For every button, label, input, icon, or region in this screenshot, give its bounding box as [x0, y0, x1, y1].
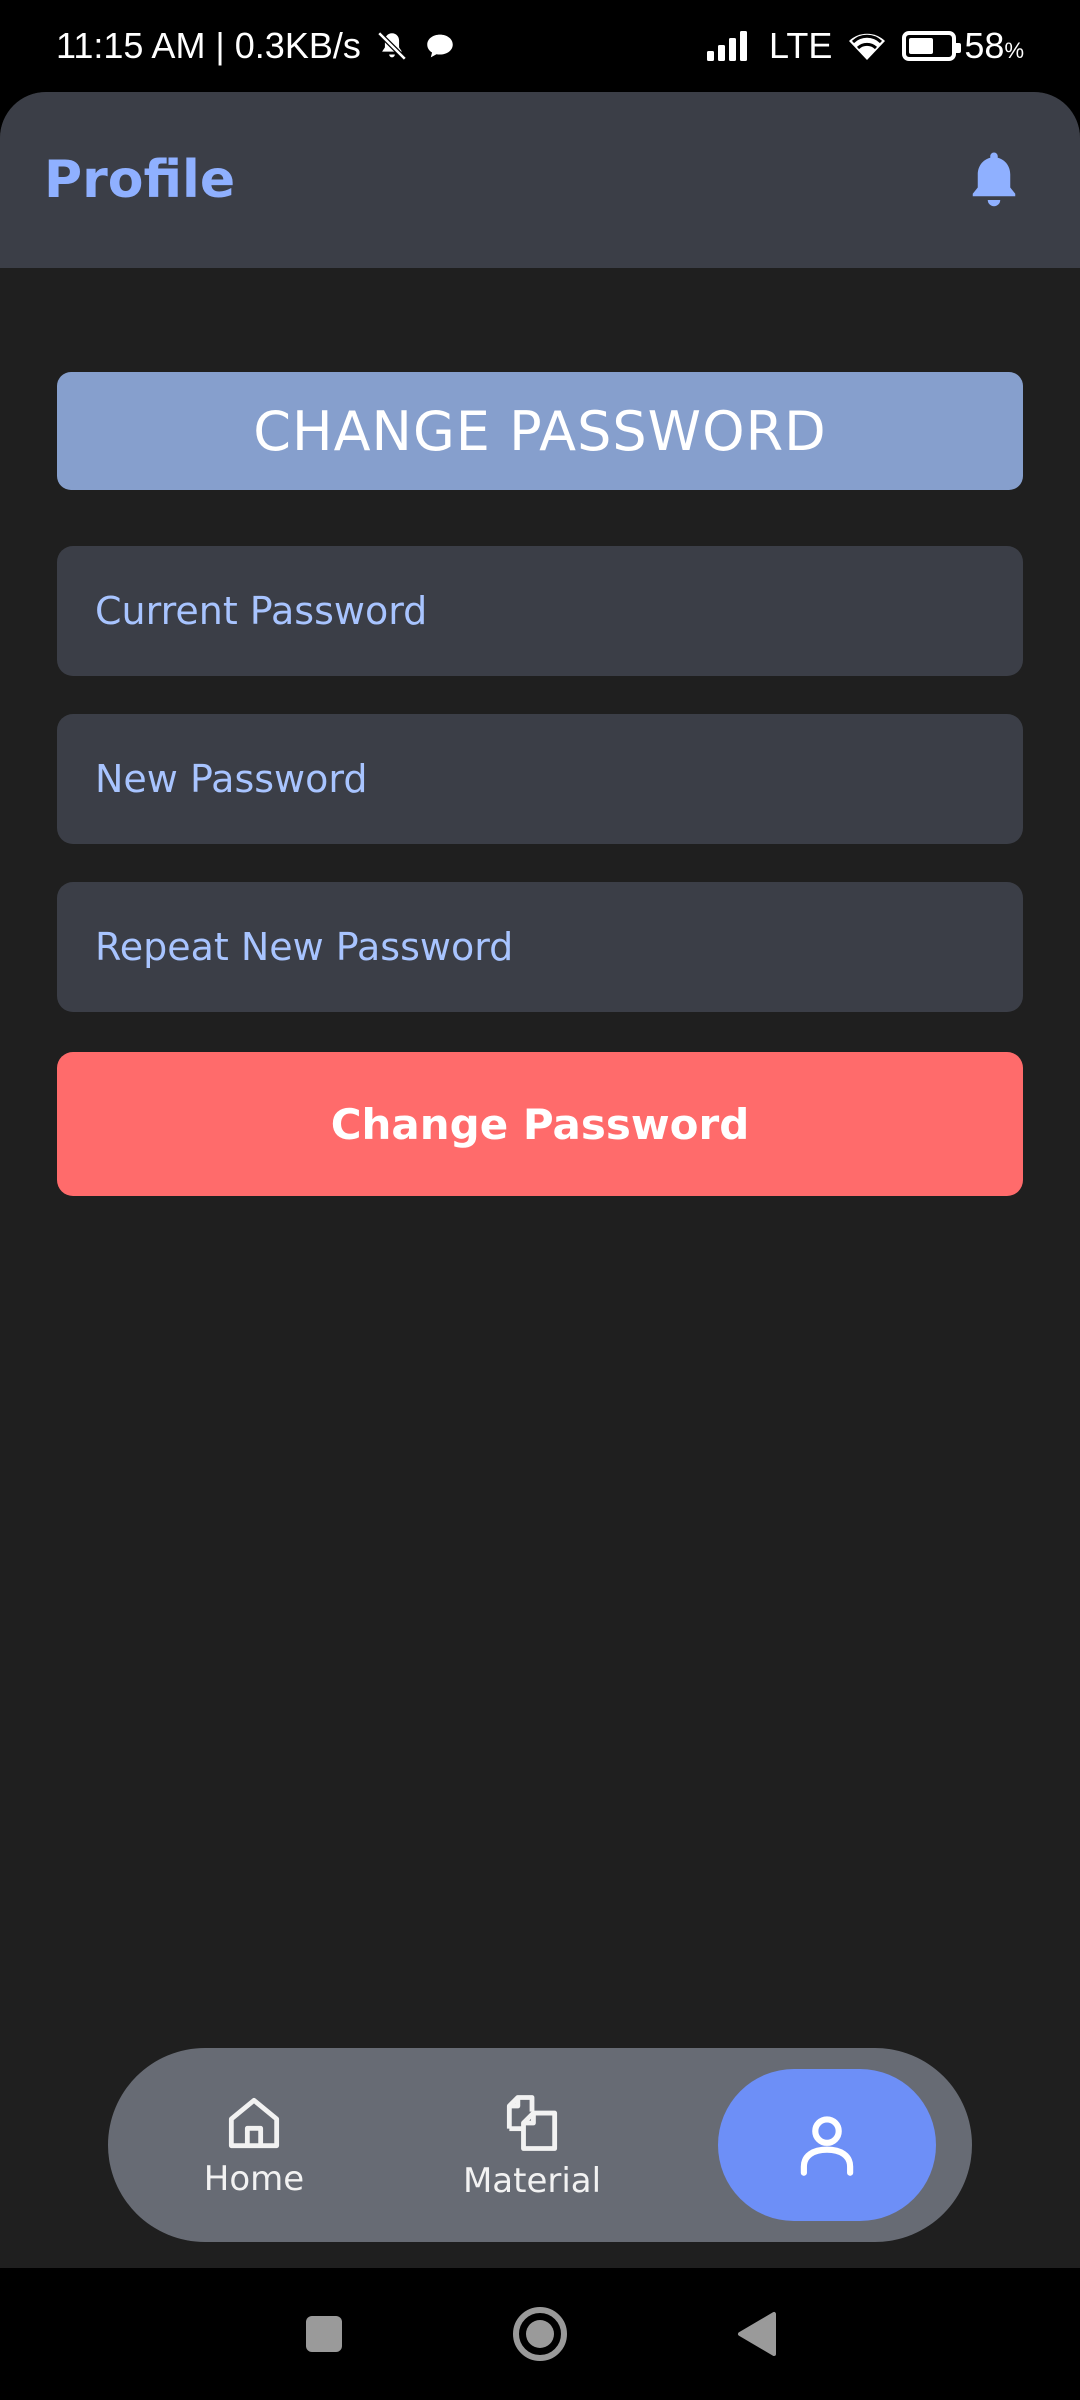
battery-percent: 58% [964, 25, 1024, 67]
page-title: Profile [44, 150, 236, 210]
app-window: Profile CHANGE PASSWORD Change Password [0, 92, 1080, 2268]
nav-home-label: Home [203, 2159, 305, 2199]
recents-button[interactable] [292, 2302, 356, 2366]
battery-tip [956, 43, 962, 53]
bottom-nav: Home Material [108, 2048, 972, 2242]
status-time: 11:15 AM | 0.3KB/s [56, 25, 361, 66]
change-password-button[interactable]: Change Password [57, 1052, 1023, 1196]
recents-square-icon [306, 2316, 342, 2352]
new-password-input[interactable] [95, 757, 985, 801]
signal-icon [705, 29, 755, 63]
back-triangle-icon [738, 2312, 776, 2356]
screen: 11:15 AM | 0.3KB/s LTE 58% Profile CHANG… [0, 0, 1080, 2400]
wifi-icon [846, 29, 888, 63]
back-button[interactable] [724, 2302, 788, 2366]
network-type: LTE [769, 25, 833, 66]
profile-icon [800, 2116, 854, 2176]
battery-body [902, 31, 962, 61]
status-right: LTE 58% [705, 25, 1024, 67]
battery-icon: 58% [902, 25, 1024, 67]
battery-fill [909, 38, 933, 54]
status-left: 11:15 AM | 0.3KB/s [56, 25, 457, 67]
battery-percent-unit: % [1004, 38, 1024, 63]
nav-material-label: Material [462, 2161, 602, 2201]
documents-icon [506, 2095, 558, 2151]
bell-icon [972, 152, 1016, 207]
home-icon [228, 2097, 280, 2149]
nav-profile[interactable] [718, 2069, 936, 2221]
notifications-button[interactable] [958, 144, 1030, 216]
battery-percent-value: 58 [964, 25, 1005, 66]
current-password-input[interactable] [95, 589, 985, 633]
change-password-form: CHANGE PASSWORD Change Password [0, 372, 1080, 1196]
current-password-field[interactable] [57, 546, 1023, 676]
nav-material[interactable]: Material [452, 2089, 612, 2201]
app-header: Profile [0, 92, 1080, 268]
nav-home[interactable]: Home [184, 2091, 324, 2199]
chat-bubble-icon [423, 29, 457, 63]
section-title: CHANGE PASSWORD [57, 372, 1023, 490]
repeat-password-input[interactable] [95, 925, 985, 969]
home-system-button[interactable] [508, 2302, 572, 2366]
home-circle-icon [513, 2307, 567, 2361]
system-nav-bar [0, 2268, 1080, 2400]
repeat-password-field[interactable] [57, 882, 1023, 1012]
status-bar: 11:15 AM | 0.3KB/s LTE 58% [0, 0, 1080, 92]
mute-icon [375, 29, 409, 63]
new-password-field[interactable] [57, 714, 1023, 844]
